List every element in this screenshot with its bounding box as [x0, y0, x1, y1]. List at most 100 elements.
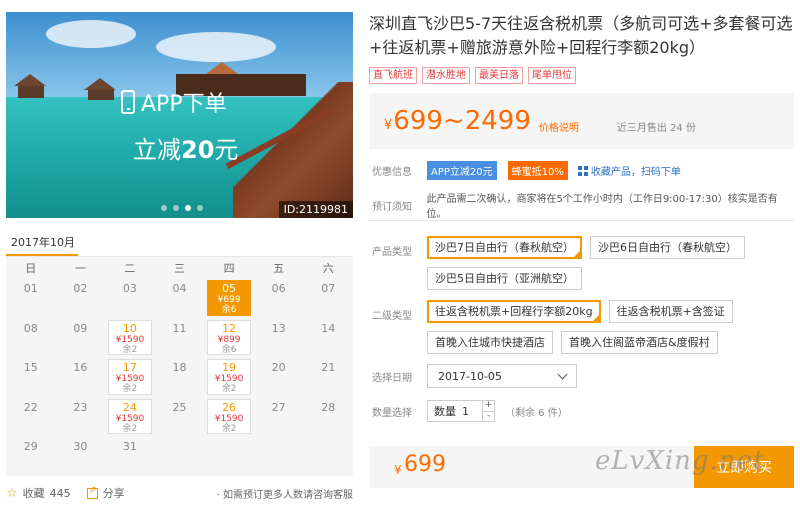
day-number: 18 [172, 361, 187, 374]
day-remaining: 余2 [122, 384, 138, 394]
increment-button[interactable]: + [483, 401, 494, 411]
calendar-day-available[interactable]: 19 ¥1590 余2 [207, 359, 251, 395]
hut [88, 90, 114, 100]
calendar-day: 31 [105, 436, 155, 476]
weekday-label: 一 [74, 261, 86, 275]
product-type-option[interactable]: 沙巴7日自由行（春秋航空） [427, 236, 582, 259]
date-label: 选择日期 [372, 372, 412, 384]
total-currency: ¥ [394, 463, 402, 477]
calendar-day-available[interactable]: 24 ¥1590 余2 [108, 398, 152, 434]
quantity-field-label: 数量 [434, 405, 456, 418]
quantity-label: 数量选择 [372, 407, 412, 419]
day-remaining: 余2 [221, 423, 237, 434]
weekday-label: 三 [173, 261, 185, 275]
calendar-day: 04 [155, 278, 205, 318]
calendar-day: 30 [56, 436, 106, 476]
stock-remaining: （剩余 6 件） [505, 407, 568, 419]
sub-type-option[interactable]: 往返含税机票+回程行李额20kg [427, 300, 601, 323]
hut-roof [84, 78, 116, 90]
calendar-day: 23 [56, 397, 106, 437]
day-number: 26 [222, 400, 237, 414]
notice-text: 此产品需二次确认，商家将在5个工作小时内（工作日9:00-17:30）核实是否有… [426, 194, 778, 220]
weekday-label: 六 [322, 261, 334, 275]
calendar-day-selected[interactable]: 05 ¥699 余6 [207, 280, 251, 316]
calendar-weekdays: 日一二三四五六 [6, 257, 353, 278]
day-number: 09 [73, 321, 88, 335]
hero-cloud [156, 32, 276, 62]
calendar-day-available[interactable]: 17 ¥1590 余2 [108, 359, 152, 395]
collect-link[interactable]: 收藏产品，扫码下单 [577, 163, 681, 178]
promo-amount: 20 [181, 136, 215, 164]
calendar-day: 28 [303, 397, 353, 437]
weekday-label: 日 [25, 261, 37, 275]
weekday-label: 二 [124, 261, 136, 275]
day-price: ¥1590 [115, 413, 145, 424]
day-number: 30 [73, 440, 88, 453]
calendar-day: 20 [254, 357, 304, 397]
honey-discount-badge: 蜂蜜抵10% [507, 161, 568, 180]
product-type-option[interactable]: 沙巴5日自由行（亚洲航空） [427, 267, 582, 290]
calendar-day: 11 [155, 318, 205, 358]
day-number: 14 [321, 321, 336, 335]
star-icon: ☆ [6, 485, 18, 501]
carousel-dot-active[interactable] [185, 205, 191, 211]
carousel-dot[interactable] [197, 205, 203, 211]
day-number: 13 [271, 321, 286, 335]
day-number: 25 [172, 400, 187, 414]
day-number: 06 [271, 282, 286, 295]
chevron-down-icon [557, 369, 568, 379]
calendar-grid: 01 02 03 04 05 ¥699 余6 06 07 08 09 10 ¥1590 余2 11 12 ¥89… [6, 278, 353, 476]
carousel-dot[interactable] [161, 205, 167, 211]
buy-now-button[interactable]: 立即购买 [694, 446, 794, 488]
day-number: 11 [172, 321, 187, 335]
sub-type-option[interactable]: 首晚入住阁蓝帝酒店&度假村 [561, 331, 718, 354]
day-number: 05 [222, 282, 237, 295]
day-price: ¥1590 [214, 374, 244, 384]
day-number: 10 [122, 321, 137, 335]
hero-banner[interactable]: APP下单 立减20元 ID:2119981 [6, 12, 353, 218]
product-title: 深圳直飞沙巴5-7天往返含税机票（多航司可选+多套餐可选+往返机票+赠旅游意外险… [369, 14, 793, 57]
calendar-day-available[interactable]: 12 ¥899 余6 [207, 319, 251, 355]
decrement-button[interactable]: - [483, 411, 494, 421]
feature-tag: 直飞航班 [369, 67, 417, 84]
day-number: 29 [23, 440, 38, 453]
favorite-button[interactable]: ☆ 收藏 445 [6, 485, 71, 501]
day-number: 12 [222, 321, 237, 335]
sub-type-option[interactable]: 往返含税机票+含签证 [608, 300, 733, 323]
calendar-day: 06 [254, 278, 304, 318]
feature-tags: 直飞航班 潜水胜地 最美日落 尾单甩位 [369, 67, 576, 84]
sold-count: 近三月售出 24 份 [616, 122, 696, 134]
carousel-dot[interactable] [173, 205, 179, 211]
calendar-day-available[interactable]: 26 ¥1590 余2 [207, 398, 251, 434]
notice-label: 预订须知 [372, 201, 412, 213]
calendar-day: 02 [56, 278, 106, 318]
promo-prefix: 立减 [133, 136, 181, 164]
day-remaining: 余6 [221, 344, 237, 355]
favorite-label: 收藏 [22, 487, 45, 500]
product-type-option[interactable]: 沙巴6日自由行（春秋航空） [590, 236, 745, 259]
calendar-day: 09 [56, 318, 106, 358]
calendar-day: 18 [155, 357, 205, 397]
calendar-day: 08 [6, 318, 56, 358]
date-value: 2017-10-05 [438, 369, 502, 383]
day-number: 16 [73, 361, 88, 374]
footer-bar: ☆ 收藏 445 分享 · 如需预订更多人数请咨询客服 [6, 485, 353, 501]
hut-roof [14, 74, 46, 86]
sub-type-row: 二级类型 往返含税机票+回程行李额20kg 往返含税机票+含签证 首晚入住城市快捷酒… [369, 300, 794, 354]
calendar-day-available[interactable]: 10 ¥1590 余2 [108, 319, 152, 355]
sub-type-option[interactable]: 首晚入住城市快捷酒店 [427, 331, 553, 354]
share-label: 分享 [102, 487, 125, 500]
quantity-input[interactable]: 1 [462, 405, 482, 418]
contact-note[interactable]: · 如需预订更多人数请咨询客服 [217, 486, 353, 501]
date-row: 选择日期 2017-10-05 [369, 364, 577, 388]
app-discount-badge: APP立减20元 [427, 161, 497, 180]
share-button[interactable]: 分享 [86, 485, 125, 501]
product-type-options: 沙巴7日自由行（春秋航空） 沙巴6日自由行（春秋航空） 沙巴5日自由行（亚洲航空） [427, 236, 794, 290]
day-number: 28 [321, 400, 336, 414]
date-select[interactable]: 2017-10-05 [427, 364, 577, 388]
day-remaining: 余2 [221, 384, 237, 394]
price-explanation-link[interactable]: 价格说明 [539, 119, 579, 134]
carousel-dots [161, 205, 203, 211]
day-price: ¥1590 [214, 413, 244, 424]
calendar-day: 27 [254, 397, 304, 437]
